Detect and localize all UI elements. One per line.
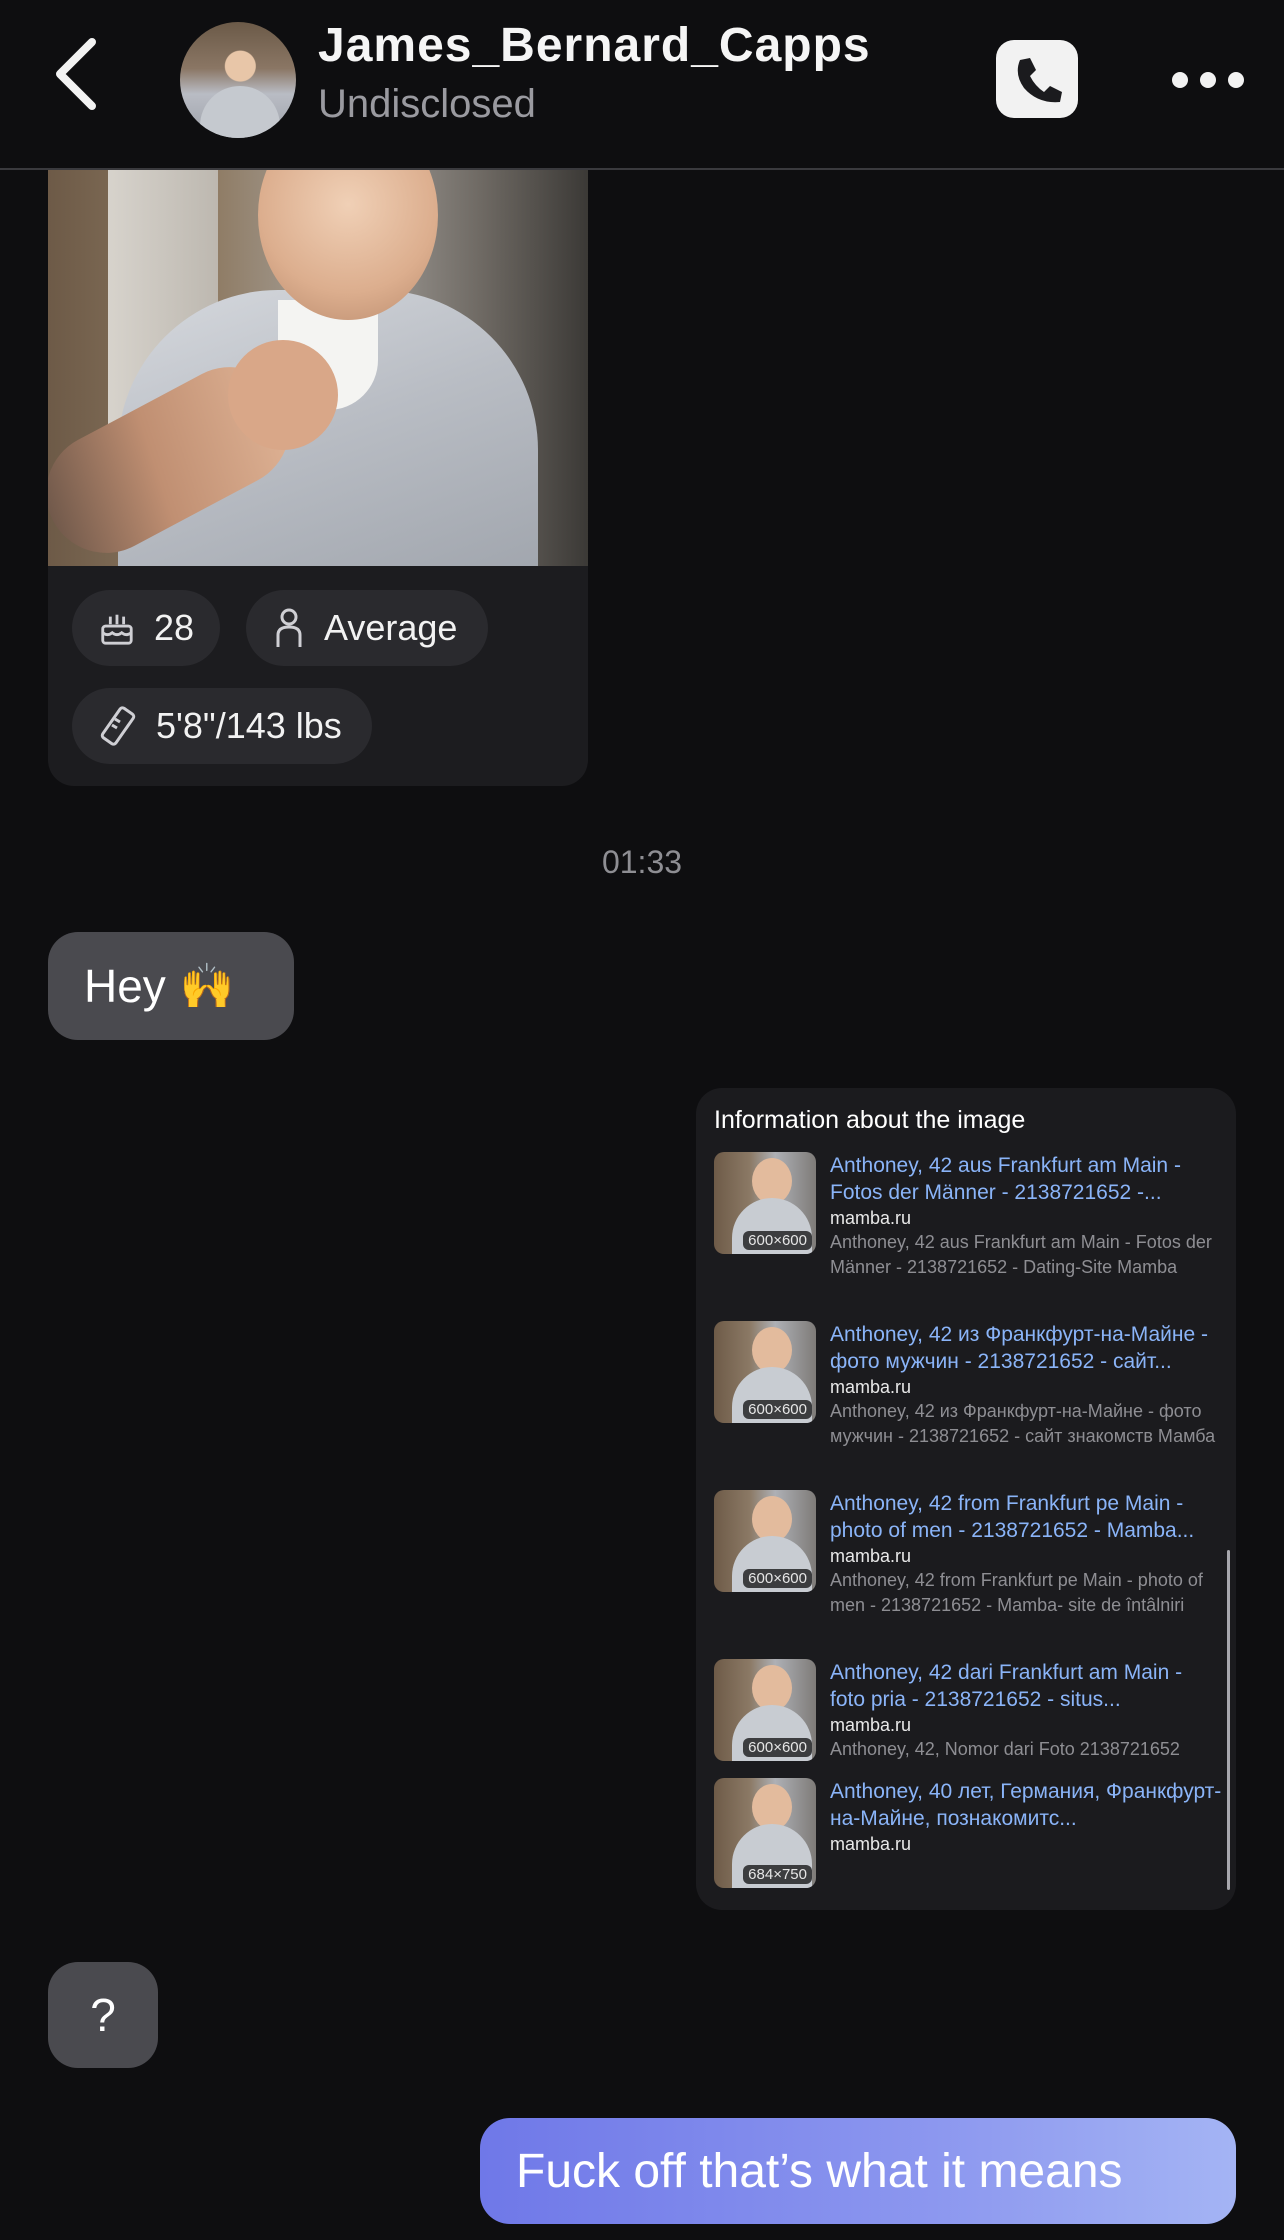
message-text: Hey (84, 960, 166, 1012)
more-horizontal-icon (1172, 72, 1188, 88)
person-icon (276, 608, 302, 647)
result-title-link[interactable]: Anthoney, 42 из Франкфурт-на-Майне - фот… (830, 1321, 1222, 1375)
profile-photo[interactable] (48, 150, 588, 566)
phone-icon (1017, 58, 1062, 103)
result-title-link[interactable]: Anthoney, 42 dari Frankfurt am Main - fo… (830, 1659, 1222, 1713)
result-description: Anthoney, 42 из Франкфурт-на-Майне - фот… (830, 1401, 1216, 1446)
result-domain: mamba.ru (830, 1715, 912, 1735)
result-description: Anthoney, 42 aus Frankfurt am Main - Fot… (830, 1232, 1212, 1277)
birthday-cake-icon (101, 614, 133, 645)
result-thumbnail: 600×600 (714, 1659, 816, 1761)
result-thumbnail: 600×600 (714, 1490, 816, 1592)
result-title-link[interactable]: Anthoney, 42 from Frankfurt pe Main - ph… (830, 1490, 1222, 1544)
avatar[interactable] (180, 22, 296, 138)
call-button[interactable] (996, 40, 1078, 118)
build-chip: Average (246, 590, 488, 666)
size-chip: 5'8"/143 lbs (72, 688, 372, 764)
back-button[interactable] (50, 36, 110, 112)
more-options-button[interactable] (1168, 66, 1248, 96)
chat-header: James_Bernard_Capps Undisclosed (0, 0, 1284, 170)
message-text: Fuck off that’s what it means (516, 2144, 1123, 2198)
result-domain: mamba.ru (830, 1208, 912, 1228)
contact-name[interactable]: James_Bernard_Capps (318, 18, 871, 73)
image-info-title: Information about the image (714, 1106, 1026, 1134)
ruler-icon (100, 706, 136, 746)
thumbnail-dimensions: 684×750 (743, 1865, 812, 1884)
result-title-link[interactable]: Anthoney, 42 aus Frankfurt am Main - Fot… (830, 1152, 1222, 1206)
age-chip: 28 (72, 590, 220, 666)
result-domain: mamba.ru (830, 1546, 912, 1566)
result-thumbnail: 600×600 (714, 1152, 816, 1254)
image-info-card: Information about the image 600×600 Anth… (696, 1088, 1236, 1910)
size-value: 5'8"/143 lbs (156, 705, 342, 746)
result-domain: mamba.ru (830, 1834, 912, 1854)
thumbnail-dimensions: 600×600 (743, 1569, 812, 1588)
chevron-left-icon (56, 38, 96, 110)
message-text: ? (90, 1989, 116, 2041)
incoming-message[interactable]: ? (48, 1962, 158, 2068)
result-title-link[interactable]: Anthoney, 40 лет, Германия, Франкфурт-на… (830, 1778, 1222, 1832)
raising-hands-emoji: 🙌 (179, 962, 235, 1011)
result-thumbnail: 684×750 (714, 1778, 816, 1888)
thumbnail-dimensions: 600×600 (743, 1400, 812, 1419)
outgoing-message[interactable]: Fuck off that’s what it means (480, 2118, 1236, 2224)
age-value: 28 (153, 607, 194, 648)
build-value: Average (324, 607, 458, 648)
scrollbar[interactable] (1227, 1550, 1230, 1890)
contact-subtitle: Undisclosed (318, 82, 536, 126)
result-domain: mamba.ru (830, 1377, 912, 1397)
profile-card: 28 Average 5'8"/143 lbs (48, 150, 588, 786)
result-description: Anthoney, 42 from Frankfurt pe Main - ph… (830, 1570, 1203, 1615)
message-timestamp: 01:33 (601, 844, 683, 880)
thumbnail-dimensions: 600×600 (743, 1231, 812, 1250)
result-thumbnail: 600×600 (714, 1321, 816, 1423)
result-description: Anthoney, 42, Nomor dari Foto 2138721652 (830, 1739, 1180, 1759)
thumbnail-dimensions: 600×600 (743, 1738, 812, 1757)
incoming-message[interactable]: Hey 🙌 (48, 932, 294, 1040)
